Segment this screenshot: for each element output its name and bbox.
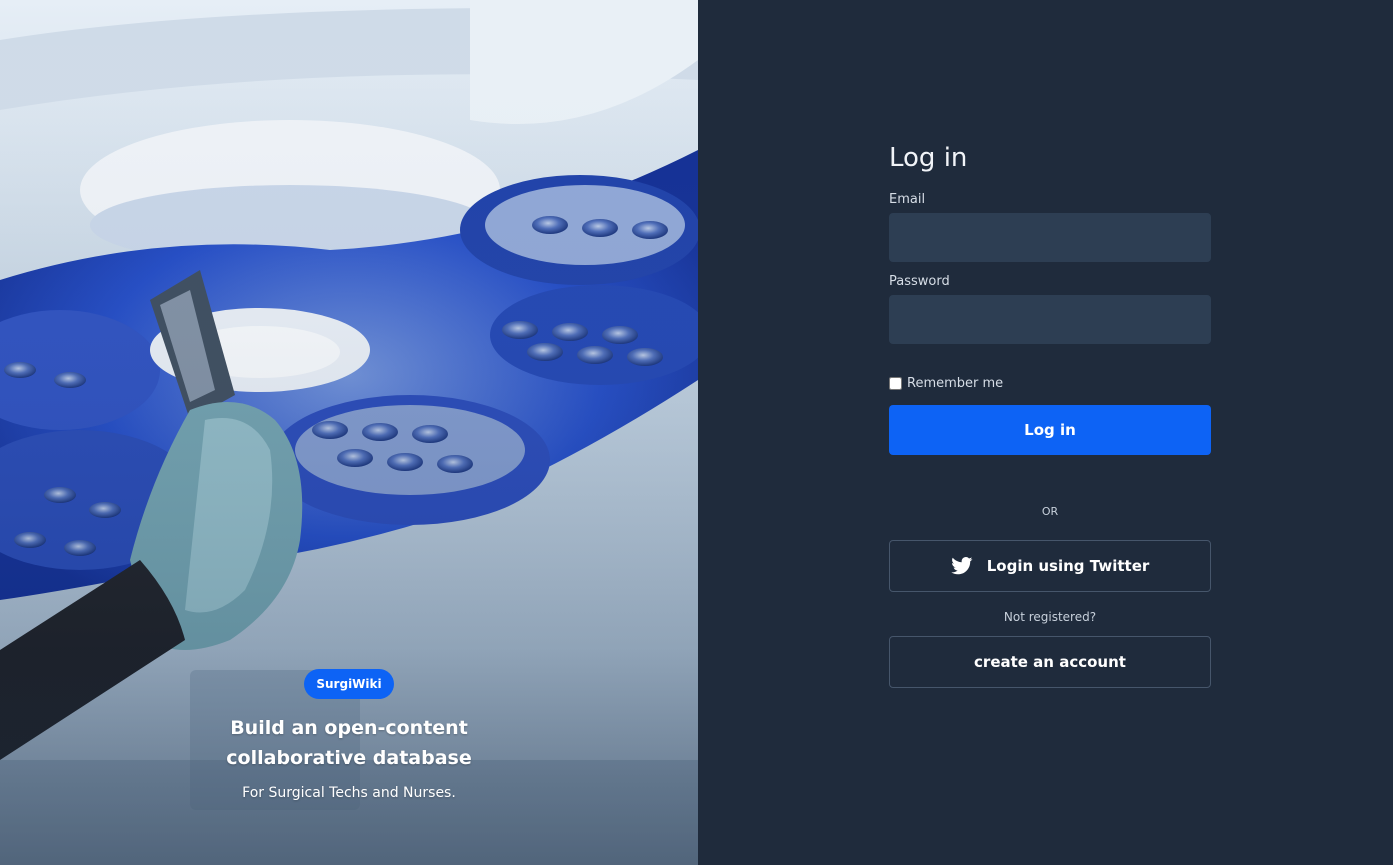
remember-me-checkbox[interactable] bbox=[889, 377, 902, 390]
login-button[interactable]: Log in bbox=[889, 405, 1211, 455]
brand-badge[interactable]: SurgiWiki bbox=[304, 669, 394, 699]
email-field[interactable] bbox=[889, 213, 1211, 262]
create-account-button[interactable]: create an account bbox=[889, 636, 1211, 688]
login-form: Log in Email Password Remember me Log in… bbox=[889, 140, 1211, 688]
email-label: Email bbox=[889, 192, 926, 207]
hero-subtitle: For Surgical Techs and Nurses. bbox=[242, 785, 456, 801]
hero-panel: SurgiWiki Build an open-content collabor… bbox=[0, 0, 698, 865]
auth-panel: Log in Email Password Remember me Log in… bbox=[698, 0, 1393, 865]
remember-me-row: Remember me bbox=[889, 376, 1211, 391]
login-heading: Log in bbox=[889, 143, 968, 173]
password-label: Password bbox=[889, 274, 950, 289]
login-page: SurgiWiki Build an open-content collabor… bbox=[0, 0, 1393, 865]
remember-me-label[interactable]: Remember me bbox=[907, 376, 1003, 391]
or-divider: OR bbox=[1041, 505, 1059, 518]
twitter-login-button[interactable]: Login using Twitter bbox=[889, 540, 1211, 592]
hero-caption: SurgiWiki Build an open-content collabor… bbox=[0, 669, 698, 801]
twitter-bird-icon bbox=[950, 557, 973, 575]
twitter-login-label: Login using Twitter bbox=[986, 557, 1150, 575]
password-field[interactable] bbox=[889, 295, 1211, 344]
not-registered-text: Not registered? bbox=[1003, 610, 1097, 624]
hero-title: Build an open-content collaborative data… bbox=[226, 717, 472, 769]
